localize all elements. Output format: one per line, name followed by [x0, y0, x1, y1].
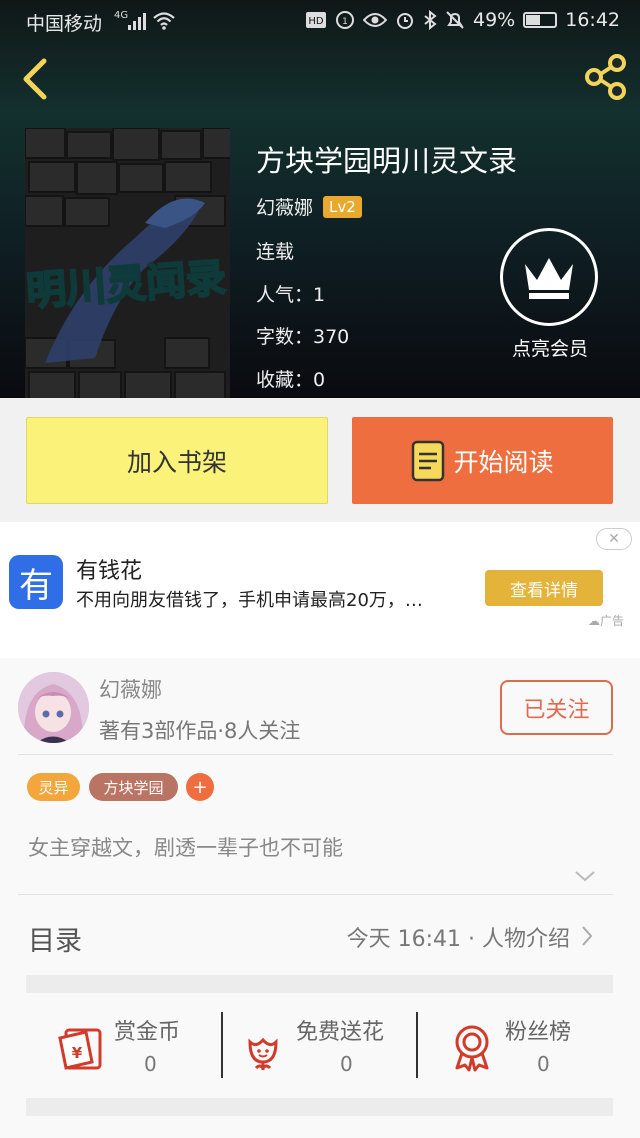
add-to-shelf-button[interactable]: 加入书架: [26, 417, 328, 504]
vip-label: 点亮会员: [511, 338, 588, 360]
author-name[interactable]: 幻薇娜: [256, 193, 313, 220]
battery-icon: [523, 12, 558, 28]
ad-details-button[interactable]: 查看详情: [485, 570, 603, 606]
reward-coins[interactable]: ¥ 赏金币 0: [56, 1012, 246, 1078]
spacer: [26, 975, 613, 993]
ad-banner[interactable]: 有 有钱花 不用向朋友借钱了，手机申请最高20万，… 查看详情 ✕ ☁广告: [0, 522, 640, 658]
back-button[interactable]: [18, 58, 54, 100]
spacer: [26, 1098, 613, 1116]
cover-image: 明川灵闻录: [25, 128, 230, 398]
level-badge: Lv2: [323, 195, 362, 218]
favorites-count: 收藏：0: [256, 369, 326, 391]
book-header: 中国移动 4G HD 1 49% 16:42 明川灵闻录 方块学园明川灵文录 幻…: [0, 0, 640, 398]
data-saver-icon: 1: [336, 11, 354, 29]
network-type: 4G: [114, 10, 129, 21]
battery-percent: 49%: [473, 9, 516, 31]
vip-button[interactable]: 点亮会员: [500, 228, 600, 361]
svg-text:HD: HD: [308, 16, 324, 27]
close-icon: ✕: [608, 531, 620, 547]
send-flowers[interactable]: 免费送花 0: [238, 1012, 428, 1078]
bluetooth-icon: [424, 10, 437, 30]
tag-genre[interactable]: 灵异: [27, 773, 80, 801]
separator: [416, 1012, 418, 1078]
ad-close-button[interactable]: ✕: [596, 528, 632, 550]
book-intro: 女主穿越文，剧透一辈子也不可能: [28, 836, 343, 860]
eye-icon: [363, 13, 387, 27]
back-arrow-icon: [23, 58, 47, 100]
book-title: 方块学园明川灵文录: [256, 144, 518, 178]
ad-logo: 有: [9, 555, 63, 609]
alarm-icon: [397, 13, 413, 29]
crown-icon: [525, 258, 573, 299]
author-avatar-image: [18, 672, 89, 743]
start-reading-label: 开始阅读: [453, 447, 554, 477]
mute-icon: [446, 11, 464, 29]
ad-label: ☁广告: [588, 614, 625, 628]
send-flowers-label: 免费送花: [296, 1020, 385, 1045]
expand-intro-button[interactable]: [574, 868, 596, 884]
add-tag-button[interactable]: +: [186, 773, 214, 801]
send-flowers-value: 0: [340, 1052, 353, 1076]
share-button[interactable]: [580, 52, 630, 102]
author-line: 幻薇娜 Lv2: [256, 193, 362, 220]
divider: [18, 754, 613, 755]
share-icon: [585, 54, 626, 100]
ad-description: 不用向朋友借钱了，手机申请最高20万，…: [76, 590, 423, 611]
flower-icon: [248, 1037, 278, 1071]
red-envelope-icon: ¥: [58, 1028, 102, 1070]
divider: [18, 894, 613, 895]
wifi-icon: [153, 12, 175, 30]
toc-label: 目录: [28, 926, 82, 957]
vip-badge: [500, 228, 598, 326]
carrier-name: 中国移动: [26, 13, 103, 35]
tag-series[interactable]: 方块学园: [89, 773, 178, 801]
separator: [221, 1012, 223, 1078]
hd-icon: HD: [306, 12, 326, 28]
author-stats: 著有3部作品·8人关注: [99, 719, 301, 743]
book-cover[interactable]: 明川灵闻录: [25, 128, 230, 398]
status-bar: 中国移动 4G HD 1 49% 16:42: [0, 0, 640, 42]
signal-icon: [128, 12, 146, 30]
chevron-down-icon: [575, 871, 595, 882]
fan-ranking-label: 粉丝榜: [505, 1020, 572, 1045]
svg-text:1: 1: [342, 17, 348, 27]
author-card-name[interactable]: 幻薇娜: [99, 674, 162, 704]
fan-ranking-value: 0: [537, 1052, 550, 1076]
follow-button[interactable]: 已关注: [500, 680, 613, 735]
word-count: 字数：370: [256, 326, 350, 348]
fan-ranking[interactable]: 粉丝榜 0: [447, 1012, 637, 1078]
popularity: 人气：1: [256, 284, 326, 306]
serial-status: 连载: [256, 241, 295, 263]
reward-coins-value: 0: [144, 1052, 157, 1076]
reward-coins-label: 赏金币: [114, 1020, 181, 1045]
table-of-contents-row[interactable]: 目录 今天 16:41 · 人物介绍: [0, 897, 640, 975]
avatar[interactable]: [18, 672, 89, 743]
latest-chapter: 今天 16:41 · 人物介绍: [346, 927, 570, 952]
ad-title: 有钱花: [76, 559, 143, 584]
svg-text:¥: ¥: [72, 1044, 83, 1062]
book-icon: [412, 440, 445, 481]
clock: 16:42: [565, 9, 620, 31]
medal-icon: [455, 1025, 489, 1072]
start-reading-button[interactable]: 开始阅读: [352, 417, 613, 504]
chevron-right-icon: [582, 926, 593, 946]
